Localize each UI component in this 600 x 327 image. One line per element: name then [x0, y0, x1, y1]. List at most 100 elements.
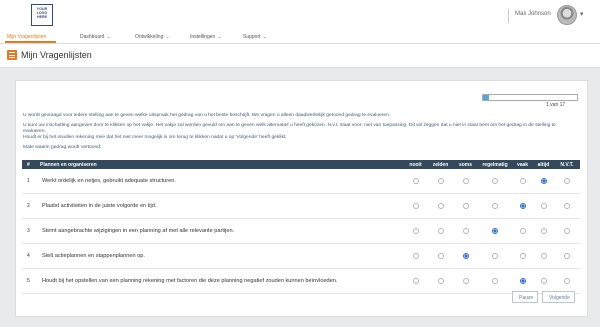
option-cell [533, 268, 554, 294]
table-row: 4 Stelt actieplannen en stappenplannen op… [22, 243, 580, 269]
nav-item-mijn-vragenlijsten[interactable]: Mijn Vragenlijsten [7, 34, 46, 40]
option-cell [533, 193, 554, 219]
question-number: 2 [22, 193, 38, 219]
option-cell [533, 243, 554, 269]
option-cell [453, 243, 478, 269]
column-header-option: zelden [432, 161, 449, 168]
radio-soms[interactable] [462, 227, 469, 234]
radio-regelmatig[interactable] [492, 202, 498, 209]
table-header-row: # Plannen en organiseren nooit zelden so… [22, 160, 580, 169]
radio-altijd[interactable] [540, 177, 547, 184]
table-row: 1 Werkt ordelijk en netjes, gebruikt adeq… [22, 169, 580, 194]
active-nav-indicator [5, 41, 56, 43]
company-logo[interactable]: YOUR LOGO HERE [31, 4, 53, 26]
pause-button[interactable]: Pauze [512, 291, 538, 303]
nav-item-label: Mijn Vragenlijsten [7, 34, 47, 40]
question-statement: Werkt ordelijk en netjes, gebruikt adequ… [38, 169, 403, 194]
option-cell [554, 193, 580, 219]
option-cell [478, 218, 512, 244]
chevron-down-icon: ⌄ [217, 34, 222, 40]
question-number: 4 [22, 243, 38, 269]
radio-altijd[interactable] [540, 252, 547, 259]
radio-nvt[interactable] [564, 202, 570, 209]
table-row: 5 Houdt bij het opstellen van een plannin… [22, 268, 580, 294]
column-header-option: nooit [409, 161, 422, 168]
nav-item-label: Ontwikkeling [135, 34, 164, 40]
radio-vaak[interactable] [519, 252, 526, 259]
radio-zelden[interactable] [437, 277, 444, 284]
radio-vaak[interactable] [519, 202, 526, 209]
option-cell [453, 268, 478, 294]
option-cell [403, 268, 428, 294]
option-cell [554, 268, 580, 294]
radio-soms[interactable] [462, 252, 469, 259]
radio-soms[interactable] [462, 277, 469, 284]
option-cell [403, 218, 428, 244]
page-title: Mijn Vragenlijsten [21, 50, 92, 60]
radio-nooit[interactable] [412, 202, 419, 209]
radio-nvt[interactable] [564, 252, 570, 259]
option-cell [478, 193, 512, 219]
radio-soms[interactable] [462, 202, 469, 209]
radio-nooit[interactable] [412, 177, 419, 184]
radio-regelmatig[interactable] [492, 252, 498, 259]
nav-item-instellingen[interactable]: Instellingen ⌄ [190, 34, 222, 40]
progress-bar [482, 94, 578, 101]
column-header-number: # [27, 161, 30, 168]
radio-zelden[interactable] [437, 202, 444, 209]
question-table: # Plannen en organiseren nooit zelden so… [22, 160, 580, 294]
chevron-down-icon: ⌄ [262, 34, 267, 40]
option-cell [428, 243, 453, 269]
radio-nooit[interactable] [412, 252, 419, 259]
option-cell [512, 218, 533, 244]
option-cell [453, 193, 478, 219]
column-header-option: vaak [516, 161, 529, 168]
nav-item-label: Support [243, 34, 261, 40]
question-statement: Plaatst activiteiten in de juiste volgor… [38, 193, 403, 219]
radio-vaak[interactable] [519, 177, 526, 184]
next-button[interactable]: Volgende [542, 291, 575, 303]
radio-altijd[interactable] [540, 202, 547, 209]
top-header: YOUR LOGO HERE Max Johnson ▾ [0, 0, 600, 31]
header-divider [508, 9, 509, 23]
progress-fill [483, 95, 489, 100]
radio-altijd[interactable] [540, 227, 547, 234]
radio-regelmatig[interactable] [492, 227, 498, 234]
list-icon [7, 50, 17, 60]
option-cell [428, 193, 453, 219]
instructions: U wordt gevraagd voor iedere stelling aa… [23, 113, 579, 151]
question-number: 5 [22, 268, 38, 294]
nav-item-dashboard[interactable]: Dashboard ⌄ [80, 34, 111, 40]
option-cell [478, 169, 512, 194]
chevron-down-icon: ⌄ [165, 34, 170, 40]
question-statement: Stemt aangebrachte wijzigingen in een pl… [38, 218, 403, 244]
radio-nvt[interactable] [564, 227, 570, 234]
radio-zelden[interactable] [437, 227, 444, 234]
option-cell [428, 218, 453, 244]
radio-regelmatig[interactable] [492, 277, 498, 284]
radio-zelden[interactable] [437, 252, 444, 259]
option-cell [403, 169, 428, 194]
radio-nvt[interactable] [564, 177, 570, 184]
user-name[interactable]: Max Johnson [515, 11, 551, 17]
radio-regelmatig[interactable] [492, 177, 498, 184]
column-header-section: Plannen en organiseren [40, 161, 97, 168]
nav-item-support[interactable]: Support ⌄ [243, 34, 267, 40]
radio-vaak[interactable] [519, 277, 526, 284]
radio-soms[interactable] [462, 177, 469, 184]
nav-item-ontwikkeling[interactable]: Ontwikkeling ⌄ [135, 34, 170, 40]
radio-zelden[interactable] [437, 177, 444, 184]
option-cell [478, 243, 512, 269]
radio-nvt[interactable] [564, 277, 570, 284]
radio-altijd[interactable] [540, 277, 547, 284]
radio-vaak[interactable] [519, 227, 526, 234]
question-number: 3 [22, 218, 38, 244]
question-number: 1 [22, 169, 38, 194]
avatar[interactable] [557, 5, 577, 25]
instruction-text: U kunt uw inschatting aangeven door te k… [23, 123, 556, 134]
table-row: 2 Plaatst activiteiten in de juiste volgo… [22, 193, 580, 219]
chevron-down-icon[interactable]: ▾ [580, 10, 584, 18]
instruction-text: U wordt gevraagd voor iedere stelling aa… [23, 113, 391, 118]
radio-nooit[interactable] [412, 277, 419, 284]
radio-nooit[interactable] [412, 227, 419, 234]
